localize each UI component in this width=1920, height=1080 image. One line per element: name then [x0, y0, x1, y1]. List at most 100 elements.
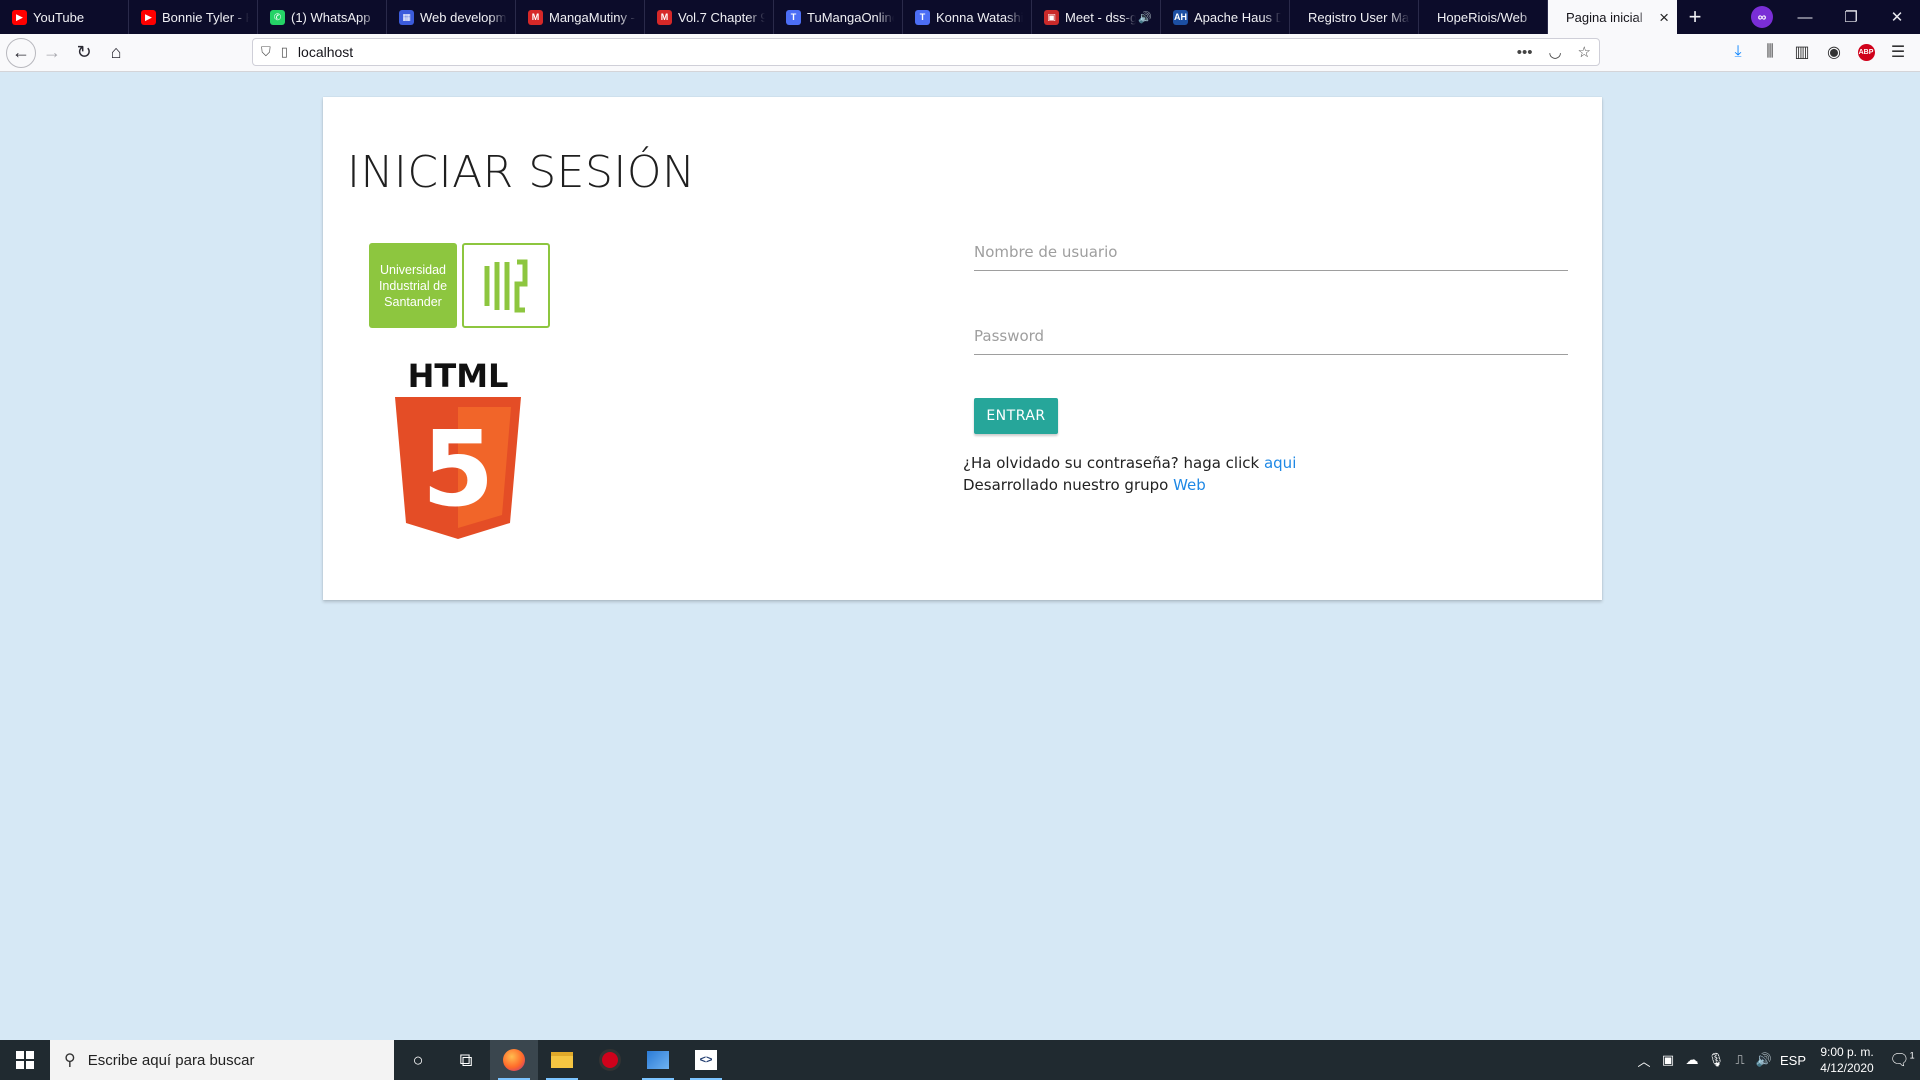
home-button[interactable]: ⌂: [100, 37, 132, 69]
menu-icon[interactable]: ☰: [1882, 37, 1914, 67]
volume-icon[interactable]: 🔊: [1752, 1052, 1776, 1068]
search-icon: ⚲: [64, 1052, 76, 1069]
developed-by-text: Desarrollado nuestro grupo: [963, 476, 1174, 494]
microphone-icon[interactable]: 🎙: [1704, 1052, 1728, 1068]
uis-logo: Universidad Industrial de Santander: [369, 243, 550, 328]
username-input[interactable]: [974, 233, 1568, 271]
close-window-button[interactable]: ✕: [1874, 0, 1920, 34]
onedrive-icon[interactable]: ☁: [1680, 1052, 1704, 1068]
browser-tab[interactable]: T Konna Watashi: [903, 0, 1032, 34]
browser-tab[interactable]: HopeRiois/Web: [1419, 0, 1548, 34]
clock[interactable]: 9:00 p. m. 4/12/2020: [1810, 1044, 1884, 1076]
windows-taskbar: ⚲ Escribe aquí para buscar ○ ⧉ <> ︿ ▣ ☁ …: [0, 1040, 1920, 1080]
browser-tab[interactable]: M Vol.7 Chapter 9: [645, 0, 774, 34]
login-card: INICIAR SESIÓN Universidad Industrial de…: [323, 97, 1602, 600]
new-tab-button[interactable]: +: [1677, 0, 1713, 34]
url-text[interactable]: localhost: [298, 44, 1509, 60]
tab-favicon-icon: ▣: [1044, 9, 1059, 25]
tab-favicon-icon: M: [528, 9, 543, 25]
teams-tray-icon[interactable]: ▣: [1656, 1052, 1680, 1068]
tab-favicon-icon: ✆: [270, 9, 285, 25]
tab-favicon-icon: ▦: [399, 9, 414, 25]
private-mask-icon[interactable]: ∞: [1742, 0, 1782, 34]
uis-emblem-icon: [462, 243, 550, 328]
browser-tab[interactable]: Registro User Mater: [1290, 0, 1419, 34]
tab-label: Registro User Mater: [1308, 9, 1410, 25]
tab-label: Apache Haus D: [1194, 9, 1281, 25]
tab-label: Pagina inicial: [1566, 9, 1643, 25]
show-hidden-icons[interactable]: ︿: [1632, 1051, 1656, 1070]
url-bar[interactable]: ⛉ ▯ localhost ••• ◡ ☆: [252, 38, 1600, 66]
tab-audio-icon[interactable]: 🔊: [1138, 11, 1152, 24]
taskbar-search[interactable]: ⚲ Escribe aquí para buscar: [50, 1040, 394, 1080]
page-title: INICIAR SESIÓN: [347, 147, 696, 198]
tab-label: Meet - dss-g: [1065, 9, 1137, 25]
tab-favicon-icon: T: [786, 9, 801, 25]
minimize-button[interactable]: —: [1782, 0, 1828, 34]
cortana-icon[interactable]: ○: [394, 1040, 442, 1080]
browser-tab[interactable]: ▶ YouTube: [0, 0, 129, 34]
browser-tab[interactable]: M MangaMutiny -: [516, 0, 645, 34]
browser-tab[interactable]: ▦ Web developme: [387, 0, 516, 34]
tab-label: Bonnie Tyler - H: [162, 9, 249, 25]
tab-label: (1) WhatsApp: [291, 9, 371, 25]
account-icon[interactable]: ◉: [1818, 37, 1850, 67]
tab-label: TuMangaOnline: [807, 9, 894, 25]
browser-tab[interactable]: ✆ (1) WhatsApp: [258, 0, 387, 34]
code-editor-icon[interactable]: <>: [682, 1040, 730, 1080]
start-button[interactable]: [0, 1040, 50, 1080]
tab-strip: ▶ YouTube ▶ Bonnie Tyler - H ✆ (1) WhatsApp ▦ W…: [0, 0, 1920, 34]
tab-favicon-icon: ▶: [12, 9, 27, 25]
browser-tab[interactable]: AH Apache Haus D: [1161, 0, 1290, 34]
browser-tab[interactable]: T TuMangaOnline: [774, 0, 903, 34]
tab-label: HopeRiois/Web: [1437, 9, 1528, 25]
network-icon[interactable]: ⎍: [1728, 1052, 1752, 1068]
tab-label: Konna Watashi: [936, 9, 1023, 25]
web-group-link[interactable]: Web: [1173, 476, 1206, 494]
tab-favicon-icon: T: [915, 9, 930, 25]
windows-logo-icon: [16, 1051, 34, 1069]
forgot-password-link[interactable]: aqui: [1264, 454, 1296, 472]
tab-label: YouTube: [33, 9, 85, 25]
html5-logo: HTML 5: [393, 355, 523, 546]
page-actions-icon[interactable]: •••: [1517, 44, 1533, 61]
notifications-icon[interactable]: 🗨1: [1884, 1050, 1920, 1070]
restore-button[interactable]: ❐: [1828, 0, 1874, 34]
pocket-icon[interactable]: ◡: [1548, 43, 1561, 61]
clock-date: 4/12/2020: [1820, 1061, 1874, 1075]
photos-app-icon[interactable]: [634, 1040, 682, 1080]
tab-favicon-icon: AH: [1173, 9, 1188, 25]
shield-icon[interactable]: ⛉: [261, 44, 271, 60]
language-indicator[interactable]: ESP: [1776, 1053, 1810, 1068]
browser-tab[interactable]: ▣ Meet - dss-g 🔊: [1032, 0, 1161, 34]
forgot-password-text: ¿Ha olvidado su contraseña? haga click: [963, 454, 1264, 472]
close-tab-icon[interactable]: ×: [1659, 9, 1669, 26]
reload-button[interactable]: ↻: [68, 37, 100, 69]
tab-favicon-icon: M: [657, 9, 672, 25]
clock-time: 9:00 p. m.: [1820, 1045, 1874, 1059]
file-explorer-icon[interactable]: [538, 1040, 586, 1080]
forward-button[interactable]: →: [36, 37, 68, 69]
password-input[interactable]: [974, 317, 1568, 355]
media-app-icon[interactable]: [586, 1040, 634, 1080]
back-button[interactable]: ←: [6, 37, 36, 68]
notification-count: 1: [1909, 1050, 1915, 1061]
search-placeholder: Escribe aquí para buscar: [87, 1051, 255, 1069]
tab-list: ▶ YouTube ▶ Bonnie Tyler - H ✆ (1) WhatsApp ▦ W…: [0, 0, 1677, 34]
page-info-icon[interactable]: ▯: [281, 44, 288, 60]
html5-logo-digit: 5: [422, 408, 494, 530]
sidebar-icon[interactable]: ▥: [1786, 37, 1818, 67]
tab-favicon-icon: ▶: [141, 9, 156, 25]
adblock-icon[interactable]: ABP: [1850, 37, 1882, 67]
tab-label: Vol.7 Chapter 9: [678, 9, 765, 25]
browser-tab[interactable]: Pagina inicial ×: [1548, 0, 1677, 34]
html5-logo-label: HTML: [408, 357, 509, 395]
task-view-icon[interactable]: ⧉: [442, 1040, 490, 1080]
firefox-taskbar-icon[interactable]: [490, 1040, 538, 1080]
browser-tab[interactable]: ▶ Bonnie Tyler - H: [129, 0, 258, 34]
downloads-icon[interactable]: ⤓: [1722, 37, 1754, 67]
library-icon[interactable]: ⫼: [1754, 37, 1786, 67]
login-button[interactable]: ENTRAR: [974, 398, 1058, 434]
uis-logo-text: Universidad Industrial de Santander: [369, 243, 457, 328]
bookmark-star-icon[interactable]: ☆: [1578, 43, 1591, 61]
